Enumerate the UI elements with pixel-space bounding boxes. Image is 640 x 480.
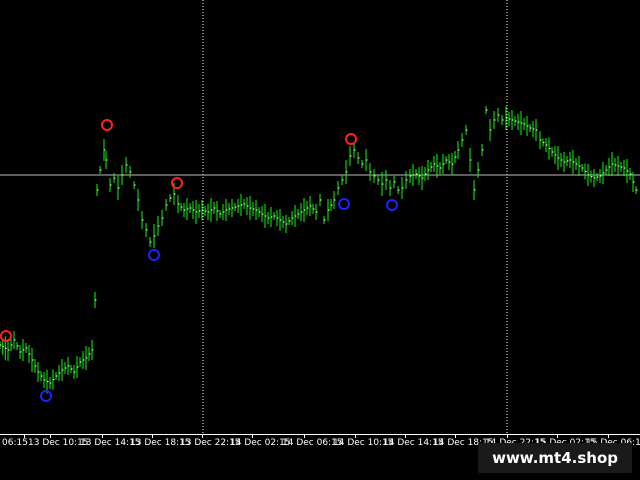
time-tick-mark — [405, 435, 406, 438]
price-chart[interactable] — [0, 0, 640, 434]
low-pivot-marker — [338, 198, 350, 210]
time-tick-mark — [455, 435, 456, 438]
time-tick-mark — [24, 435, 25, 438]
time-tick-label: 06:15 — [2, 438, 28, 448]
time-tick-mark — [252, 435, 253, 438]
time-tick-mark — [102, 435, 103, 438]
low-pivot-marker — [148, 249, 160, 261]
time-tick-mark — [304, 435, 305, 438]
high-pivot-marker — [101, 119, 113, 131]
watermark-logo: www.mt4.shop — [478, 443, 632, 473]
time-tick-mark — [50, 435, 51, 438]
low-pivot-marker — [40, 390, 52, 402]
high-pivot-marker — [0, 330, 12, 342]
high-pivot-marker — [345, 133, 357, 145]
chart-canvas[interactable] — [0, 0, 640, 434]
time-tick-mark — [202, 435, 203, 438]
time-tick-mark — [507, 435, 508, 438]
time-tick-mark — [608, 435, 609, 438]
time-tick-mark — [355, 435, 356, 438]
time-tick-mark — [557, 435, 558, 438]
low-pivot-marker — [386, 199, 398, 211]
time-tick-mark — [152, 435, 153, 438]
